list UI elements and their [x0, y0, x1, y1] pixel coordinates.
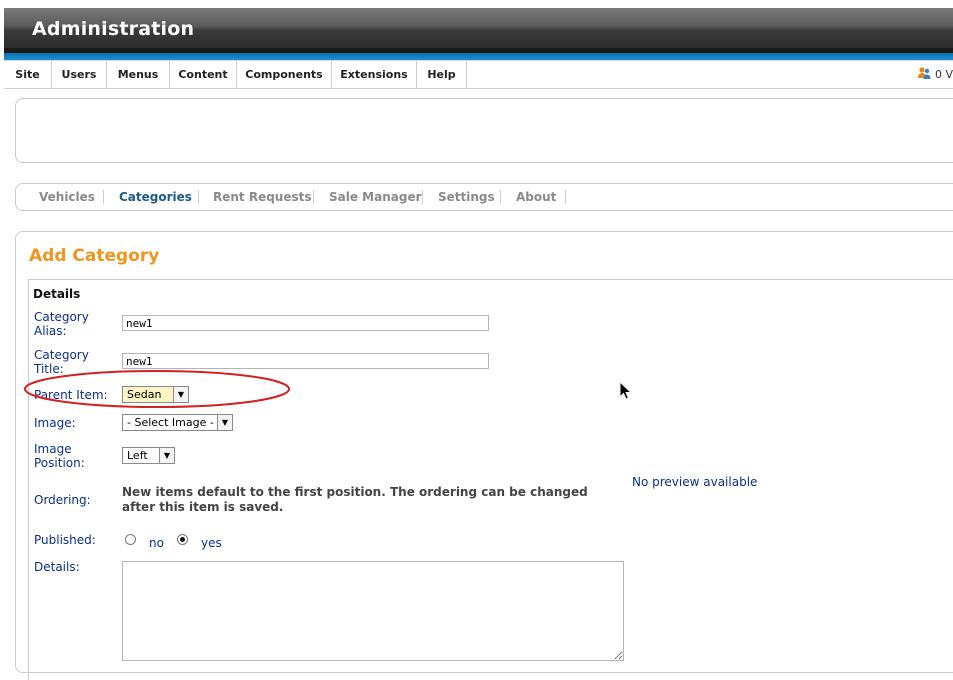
header-title: Administration [32, 18, 195, 40]
chevron-down-icon: ▼ [217, 415, 232, 430]
header-stripe [4, 48, 953, 60]
tab-vehicles[interactable]: Vehicles [39, 184, 95, 210]
menu-extensions[interactable]: Extensions [332, 61, 417, 88]
ordering-label: Ordering: [34, 493, 91, 507]
tab-settings[interactable]: Settings [438, 184, 495, 210]
details-textarea[interactable] [122, 561, 624, 661]
menu-help[interactable]: Help [417, 61, 467, 88]
published-yes-label[interactable]: yes [201, 536, 222, 550]
tab-separator [500, 190, 501, 204]
tab-about[interactable]: About [516, 184, 556, 210]
top-menu-bar: Site Users Menus Content Components Exte… [4, 60, 953, 89]
tab-separator [198, 190, 199, 204]
menu-components[interactable]: Components [237, 61, 332, 88]
published-label: Published: [34, 533, 96, 547]
menu-content[interactable]: Content [170, 61, 237, 88]
menu-site[interactable]: Site [4, 61, 52, 88]
published-yes-radio[interactable] [177, 534, 188, 545]
image-label: Image: [34, 416, 76, 430]
fieldset-legend: Details [33, 287, 81, 301]
category-title-input[interactable] [122, 353, 489, 369]
image-preview-text: No preview available [632, 475, 758, 489]
category-alias-input[interactable] [122, 315, 489, 331]
details-label: Details: [34, 560, 80, 574]
image-value: - Select Image - [127, 416, 214, 429]
users-icon [917, 66, 931, 80]
tab-separator [565, 190, 566, 204]
category-alias-label: Category Alias: [34, 310, 89, 338]
tab-categories[interactable]: Categories [119, 184, 192, 210]
toolbar-box [15, 98, 953, 163]
menu-menus[interactable]: Menus [107, 61, 170, 88]
chevron-down-icon: ▼ [159, 448, 174, 463]
menu-users[interactable]: Users [52, 61, 107, 88]
image-select[interactable]: - Select Image - ▼ [122, 414, 233, 431]
published-no-radio[interactable] [125, 534, 136, 545]
tab-rent-requests[interactable]: Rent Requests [213, 184, 312, 210]
image-position-label: Image Position: [34, 442, 85, 470]
ordering-note: New items default to the first position.… [122, 485, 588, 514]
page-title: Add Category [29, 246, 160, 266]
image-position-select[interactable]: Left ▼ [122, 447, 175, 464]
tab-separator [422, 190, 423, 204]
mouse-cursor-icon [619, 381, 633, 400]
component-submenu: Vehicles Categories Rent Requests Sale M… [15, 183, 953, 211]
annotation-ellipse [24, 370, 290, 408]
tab-sale-manager[interactable]: Sale Manager [329, 184, 422, 210]
image-position-value: Left [127, 449, 148, 462]
admin-header: Administration [4, 8, 953, 48]
published-no-label[interactable]: no [149, 536, 164, 550]
tab-separator [313, 190, 314, 204]
tab-separator [103, 190, 104, 204]
online-users-indicator[interactable]: 0 V [917, 66, 953, 81]
online-users-count: 0 V [934, 68, 953, 81]
